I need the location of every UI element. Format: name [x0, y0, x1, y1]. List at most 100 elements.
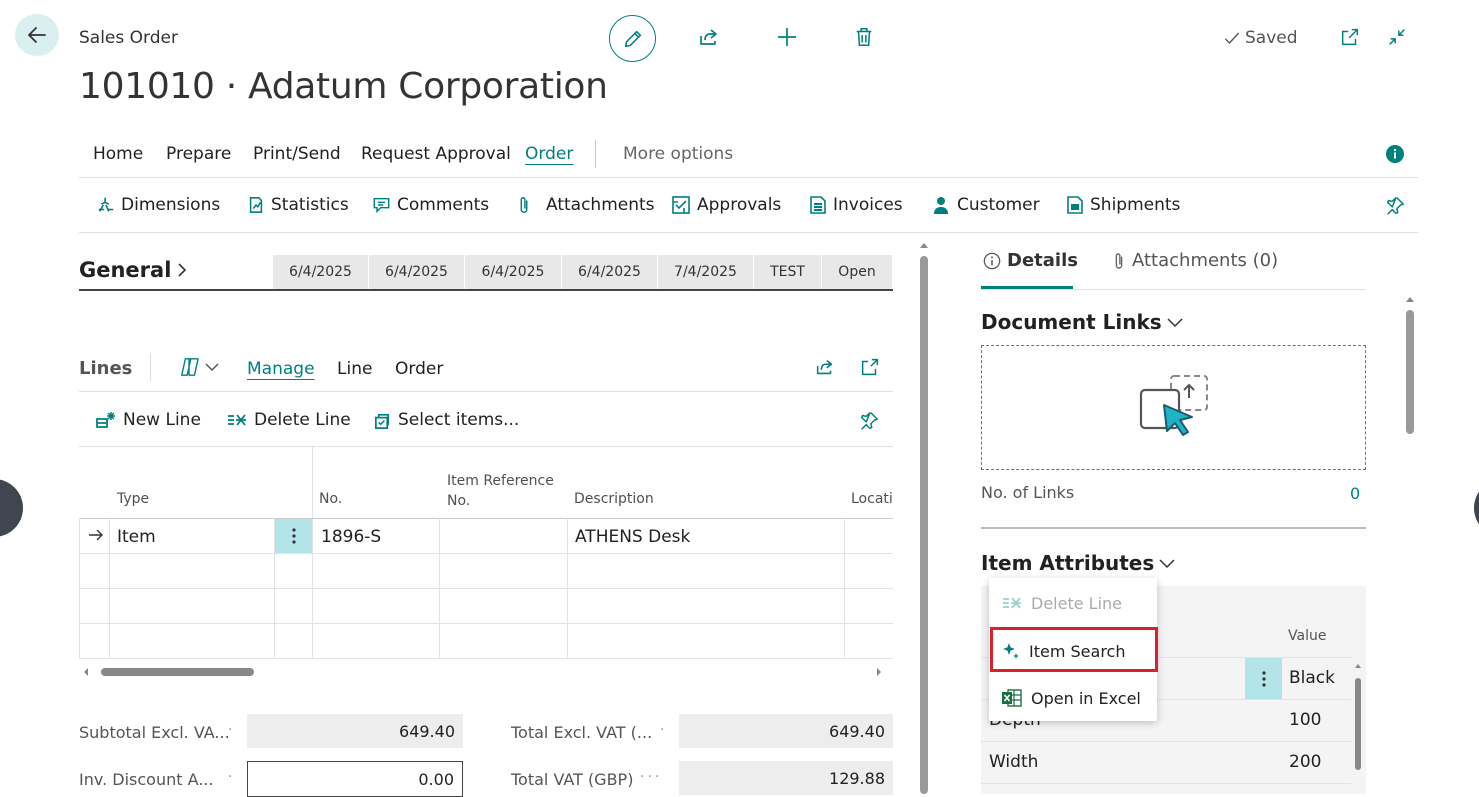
edit-button[interactable] [609, 15, 656, 62]
factbox-vertical-scrollbar[interactable] [1403, 292, 1417, 794]
share-button[interactable] [694, 22, 724, 52]
menu-print-send[interactable]: Print/Send [253, 144, 341, 164]
col-header-item-ref-line2[interactable]: No. [447, 492, 470, 510]
pencil-icon [624, 30, 641, 47]
chevron-down-icon [205, 363, 219, 372]
pin-action-bar-button[interactable] [1384, 195, 1406, 217]
col-header-no[interactable]: No. [319, 490, 342, 508]
col-header-location[interactable]: Locati [851, 490, 893, 508]
factbox-divider [981, 527, 1366, 529]
back-button[interactable] [15, 14, 59, 56]
chevron-down-icon [1159, 559, 1175, 569]
general-title: General [79, 258, 172, 282]
lines-expand-button[interactable] [859, 356, 881, 378]
menu-prepare[interactable]: Prepare [166, 144, 231, 164]
document-links-drop-zone[interactable] [981, 345, 1366, 470]
row-type-cell[interactable]: Item [117, 527, 156, 547]
menu-order[interactable]: Order [525, 144, 573, 164]
menu-separator [595, 140, 596, 168]
new-line-button[interactable]: New Line [95, 410, 201, 430]
row-actions-button[interactable] [275, 519, 312, 553]
arrow-left-icon [28, 27, 46, 43]
summary-date-5: 7/4/2025 [658, 255, 754, 289]
inv-discount-input[interactable]: 0.00 [247, 761, 463, 797]
row-description-cell[interactable]: ATHENS Desk [575, 527, 690, 547]
share-icon [700, 29, 717, 45]
action-approvals[interactable]: Approvals [671, 195, 781, 215]
action-comments[interactable]: Comments [372, 195, 489, 215]
col-header-type[interactable]: Type [117, 490, 149, 508]
copilot-button[interactable] [178, 357, 220, 377]
grid-horizontal-scrollbar[interactable] [79, 661, 893, 683]
new-button[interactable] [772, 22, 802, 52]
lines-share-button[interactable] [814, 356, 836, 378]
more-vertical-icon [291, 528, 296, 544]
item-attributes-header[interactable]: Item Attributes [981, 551, 1176, 575]
action-attachments[interactable]: Attachments [516, 195, 655, 215]
tab-details-label: Details [1007, 250, 1078, 271]
action-statistics[interactable]: Statistics [247, 195, 349, 215]
action-invoices[interactable]: Invoices [809, 195, 903, 215]
lines-title: Lines [79, 358, 133, 379]
summary-status: Open [822, 255, 893, 289]
trash-icon [856, 27, 872, 47]
attr-value-header: Value [1288, 628, 1327, 644]
tab-divider [981, 289, 1366, 290]
more-vertical-icon [1261, 670, 1266, 687]
menu-more-options[interactable]: More options [623, 144, 733, 164]
sales-lines-grid: Type No. Item Reference No. Description … [79, 447, 893, 659]
attr-row [981, 783, 1351, 794]
no-of-links-label: No. of Links [981, 483, 1075, 502]
select-items-button[interactable]: Select items... [373, 410, 519, 430]
action-customer[interactable]: Customer [933, 195, 1040, 215]
attr-row-actions-button[interactable] [1245, 658, 1282, 699]
delete-button[interactable] [849, 22, 879, 52]
row-no-cell[interactable]: 1896-S [321, 527, 381, 547]
tab-attachments[interactable]: Attachments (0) [1112, 250, 1278, 271]
new-line-label: New Line [123, 410, 201, 430]
item-attributes-title: Item Attributes [981, 551, 1155, 575]
tab-details[interactable]: Details [983, 250, 1078, 271]
approvals-icon [672, 196, 690, 214]
action-shipments[interactable]: Shipments [1066, 195, 1180, 215]
delete-line-icon [228, 414, 246, 426]
pin-lines-bar-button[interactable] [858, 410, 880, 432]
lines-menu-line[interactable]: Line [337, 359, 372, 379]
info-button[interactable] [1385, 144, 1405, 164]
next-record-button[interactable] [1474, 479, 1479, 537]
total-excl-value: 649.40 [679, 714, 893, 748]
summary-date-2: 6/4/2025 [369, 255, 465, 289]
lines-menu-manage[interactable]: Manage [247, 359, 315, 379]
action-dimensions[interactable]: Dimensions [97, 195, 220, 215]
no-of-links-value[interactable]: 0 [1350, 484, 1360, 503]
tab-attachments-label: Attachments (0) [1132, 250, 1279, 271]
grid-col-divider [844, 518, 845, 659]
paperclip-icon [1115, 252, 1123, 269]
menu-home[interactable]: Home [93, 144, 143, 164]
lines-menu-order[interactable]: Order [395, 359, 443, 379]
document-links-header[interactable]: Document Links [981, 310, 1184, 334]
total-vat-label: Total VAT (GBP) [511, 770, 634, 789]
attr-value: 100 [1289, 710, 1322, 730]
previous-record-button[interactable] [0, 479, 23, 537]
chevron-right-icon [178, 263, 187, 277]
menu-request-approval[interactable]: Request Approval [361, 144, 511, 164]
col-header-item-ref-line1[interactable]: Item Reference [447, 472, 554, 490]
delete-line-button[interactable]: Delete Line [226, 410, 351, 430]
collapse-button[interactable] [1382, 22, 1412, 52]
grid-header-line [79, 518, 893, 519]
main-vertical-scrollbar[interactable] [917, 238, 931, 794]
general-section-header[interactable]: General [79, 258, 189, 282]
attributes-scrollbar[interactable] [1354, 662, 1362, 794]
ctx-delete-line[interactable]: Delete Line [989, 580, 1157, 626]
grid-col-divider [79, 518, 80, 659]
chevron-down-icon [1167, 318, 1183, 328]
col-header-description[interactable]: Description [574, 490, 654, 508]
action-approvals-label: Approvals [697, 195, 782, 215]
attr-row[interactable]: Width 200 [981, 741, 1351, 783]
checkmark-icon [1224, 32, 1240, 44]
ctx-open-in-excel[interactable]: Open in Excel [989, 675, 1157, 721]
open-new-window-button[interactable] [1335, 22, 1365, 52]
comment-icon [373, 197, 390, 214]
grid-row-line [79, 658, 893, 659]
